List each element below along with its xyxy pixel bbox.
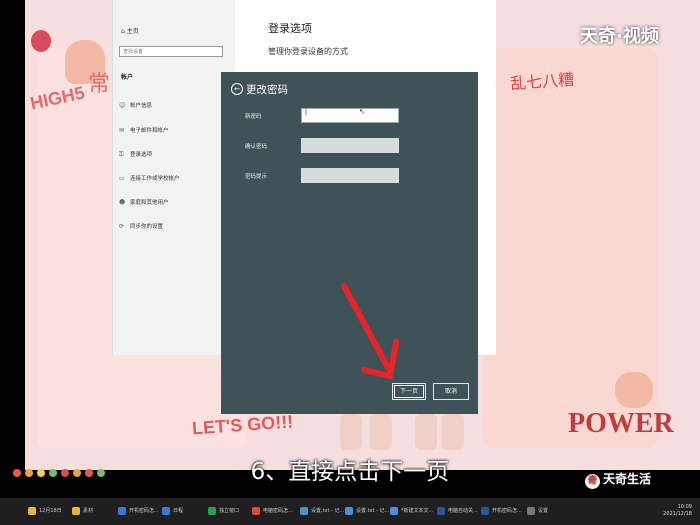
app-icon <box>437 506 445 515</box>
app-icon <box>345 506 353 515</box>
taskbar-app[interactable]: 开机密码怎... <box>118 505 159 518</box>
new-password-label: 新密码 <box>245 114 262 120</box>
app-icon <box>300 506 308 515</box>
taskbar-app-label: 设置.txt - 记... <box>356 508 390 514</box>
taskbar-app-label: 12月18日 <box>39 508 62 514</box>
taskbar-app-label: 独立窗口 <box>219 508 240 514</box>
cancel-button[interactable]: 取消 <box>433 383 469 400</box>
taskbar-app-label: 开机密码怎... <box>492 508 522 514</box>
password-hint-field[interactable] <box>301 168 399 183</box>
app-icon <box>390 506 398 515</box>
taskbar-app-label: 设置 <box>538 508 549 514</box>
taskbar-app[interactable]: 独立窗口 <box>208 505 239 518</box>
nav-item-label: 电子邮件和帐户 <box>130 128 169 134</box>
dialog-title: 更改密码 <box>246 84 288 96</box>
taskbar-app[interactable]: 素材 <box>72 505 93 518</box>
legs-sticker <box>330 410 470 450</box>
nav-item-icon: ☻ <box>119 199 126 206</box>
brand-bottom-text: 天奇生活 <box>603 472 652 486</box>
taskbar-app-label: 电脑密码怎... <box>263 508 293 514</box>
nav-item-label: 同步你的设置 <box>130 224 164 230</box>
fist-sticker <box>615 372 653 408</box>
taskbar-app-label: 设置.txt - 记... <box>311 508 345 514</box>
taskbar-app[interactable]: 开机密码怎... <box>481 505 522 518</box>
home-icon: ⌂ <box>121 28 125 35</box>
app-icon <box>481 506 489 515</box>
app-icon <box>162 506 170 515</box>
nav-item-label: 登录选项 <box>130 152 153 158</box>
nav-item-icon: ▭ <box>119 175 125 182</box>
taskbar-app[interactable]: 电脑自动关... <box>437 505 478 518</box>
brand-logo-icon: 奇 <box>585 474 600 489</box>
taskbar-app-label: 日程 <box>173 508 184 514</box>
nav-item[interactable]: ✉ 电子邮件和帐户 <box>119 126 169 134</box>
taskbar-app-label: *新建文本文... <box>401 508 434 514</box>
nav-home-label: 主页 <box>126 28 139 35</box>
app-icon <box>527 506 535 515</box>
taskbar-clock[interactable]: 10:09 2021/12/18 <box>663 504 692 518</box>
taskbar-app[interactable]: *新建文本文... <box>390 505 433 518</box>
mouse-cursor-icon: ↖ <box>359 107 366 116</box>
new-password-field[interactable]: | <box>301 108 399 123</box>
back-arrow-icon[interactable]: ← <box>231 83 243 95</box>
brand-watermark-top: 天奇·视频 <box>580 26 659 47</box>
page-subtitle: 管理你登录设备的方式 <box>268 47 348 56</box>
taskbar-app-label: 素材 <box>83 508 94 514</box>
nav-item[interactable]: ☻ 家庭和其他用户 <box>119 198 169 206</box>
password-hint-label: 密码提示 <box>245 174 268 180</box>
nav-section-title: 帐户 <box>121 74 134 81</box>
nav-item-icon: ⟳ <box>119 223 125 230</box>
page-title: 登录选项 <box>268 22 312 35</box>
nav-item-icon: ✉ <box>119 127 125 134</box>
nav-home[interactable]: ⌂ 主页 <box>121 26 139 35</box>
settings-search-input[interactable]: 查找设置 <box>119 46 223 57</box>
app-icon <box>72 506 80 515</box>
sticker-chang-text: 常 <box>88 72 111 97</box>
taskbar: 12月18日 素材 开机密码怎... 日程 独立窗口 电脑密码怎... 设置.txt - 记… <box>0 498 700 525</box>
taskbar-app-label: 电脑自动关... <box>448 508 478 514</box>
taskbar-app[interactable]: 日程 <box>162 505 183 518</box>
taskbar-app[interactable]: 电脑密码怎... <box>252 505 293 518</box>
confirm-password-label: 确认密码 <box>245 144 268 150</box>
taskbar-app-label: 开机密码怎... <box>129 508 159 514</box>
app-icon <box>252 506 260 515</box>
settings-nav: ⌂ 主页 查找设置 帐户 ☺ 帐户信息 ✉ 电子邮件和帐户 ⚿ 登录选项 ▭ 连接工作或学校帐… <box>113 0 235 355</box>
nav-item[interactable]: ⚿ 登录选项 <box>119 150 152 159</box>
nav-item[interactable]: ☺ 帐户信息 <box>119 101 152 109</box>
app-icon <box>28 506 36 515</box>
nav-item[interactable]: ⟳ 同步你的设置 <box>119 222 163 230</box>
nav-item-label: 连接工作或学校帐户 <box>130 176 180 182</box>
red-arrow-annotation <box>341 283 399 379</box>
confirm-password-field[interactable] <box>301 138 399 153</box>
nav-item-icon: ☺ <box>119 102 126 109</box>
nav-item-label: 帐户信息 <box>130 103 153 109</box>
app-icon <box>118 506 126 515</box>
nav-item[interactable]: ▭ 连接工作或学校帐户 <box>119 174 180 182</box>
sticker-power-text: POWER <box>568 408 674 439</box>
taskbar-app[interactable]: 12月18日 <box>28 505 62 518</box>
taskbar-app[interactable]: 设置.txt - 记... <box>345 505 389 518</box>
app-icon <box>208 506 216 515</box>
taskbar-app[interactable]: 设置.txt - 记... <box>300 505 344 518</box>
nav-item-icon: ⚿ <box>119 151 124 158</box>
brand-watermark-bottom: 奇天奇生活 <box>585 470 651 489</box>
balloon-sticker <box>31 30 51 52</box>
sticker-luan-text: 乱七八糟 <box>509 69 575 94</box>
clock-date: 2021/12/18 <box>663 511 692 517</box>
clock-time: 10:09 <box>677 504 692 510</box>
taskbar-app[interactable]: 设置 <box>527 505 548 518</box>
nav-item-label: 家庭和其他用户 <box>130 200 169 206</box>
